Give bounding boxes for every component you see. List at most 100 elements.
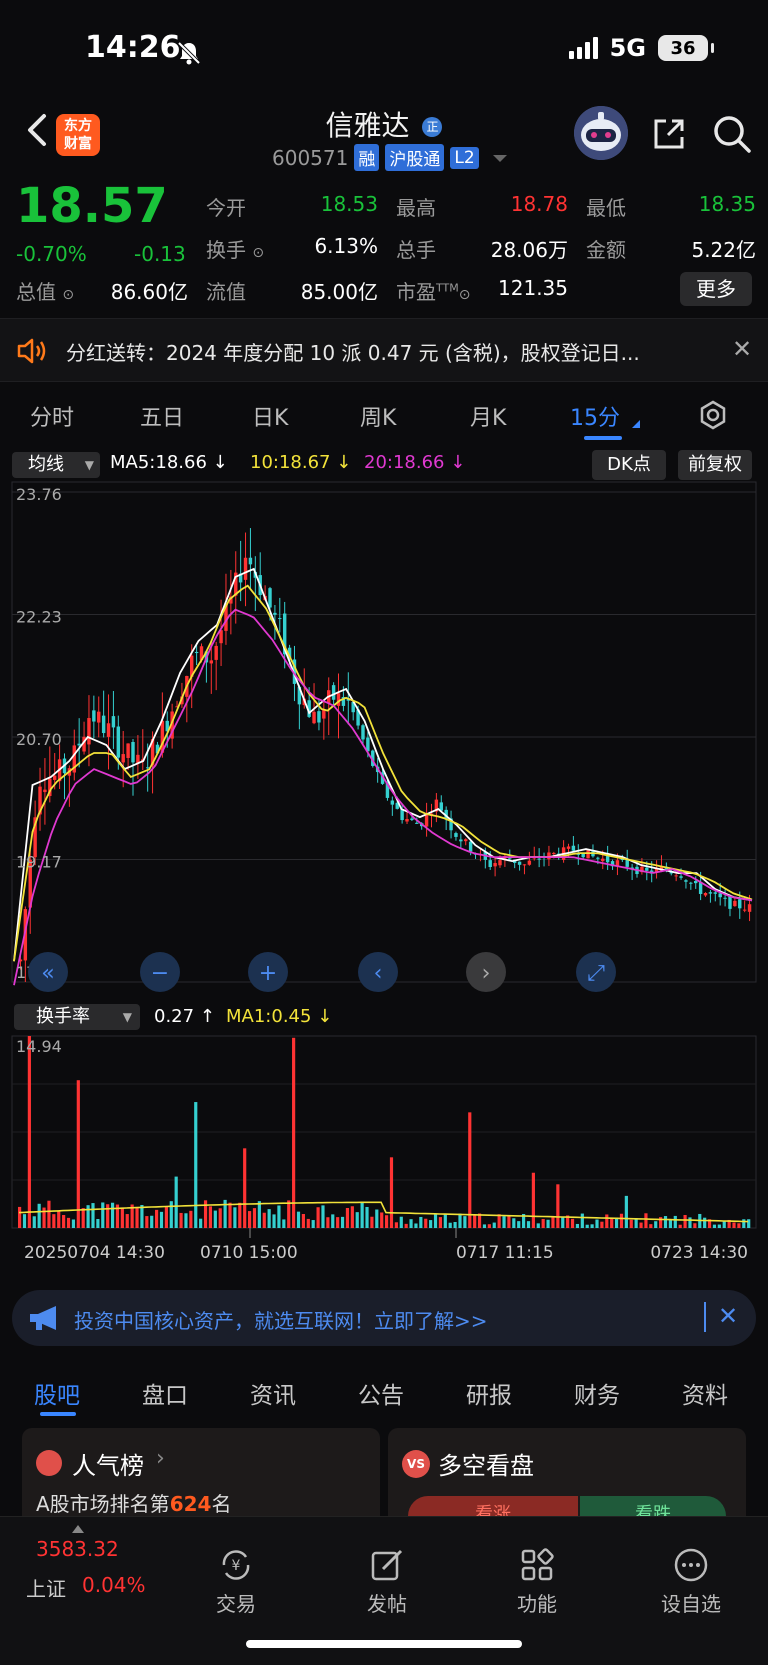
- price-tick-label: 20.70: [16, 730, 62, 749]
- change-amount: -0.13: [134, 242, 186, 266]
- candle-body: [601, 858, 605, 862]
- turnover-bar: [600, 1221, 604, 1228]
- tab-news[interactable]: 资讯: [250, 1376, 296, 1410]
- search-icon[interactable]: [712, 114, 752, 154]
- candle-body: [322, 709, 326, 719]
- tab-forum[interactable]: 股吧: [34, 1376, 80, 1410]
- candle-body: [537, 858, 541, 860]
- candle-body: [493, 863, 497, 867]
- candle-body: [552, 852, 556, 854]
- turnover-label[interactable]: 换手 ⊙: [206, 234, 264, 263]
- turnover-chart[interactable]: 14.94 20250704 14:30 0710 15:00 0717 11:15 0…: [0, 1032, 768, 1282]
- candle-body: [571, 845, 576, 851]
- divider: [704, 1302, 706, 1332]
- ma20-line: [13, 608, 753, 986]
- total-cap-label[interactable]: 总值 ⊙: [16, 276, 74, 305]
- zoom-in-icon[interactable]: +: [248, 952, 288, 992]
- turnover-bar: [380, 1212, 384, 1228]
- tag-level2: L2: [450, 146, 479, 169]
- turnover-bar: [482, 1224, 487, 1228]
- nav-trade[interactable]: ¥ 交易: [191, 1547, 281, 1617]
- turnover-bar: [22, 1214, 27, 1228]
- turnover-bar: [86, 1205, 90, 1228]
- home-indicator: [246, 1640, 522, 1648]
- turnover-bar: [497, 1214, 501, 1228]
- close-icon[interactable]: ✕: [732, 335, 752, 363]
- kline-chart[interactable]: 23.7622.2320.7019.1717.64 «−+‹›⤢: [0, 480, 768, 1000]
- fullscreen-icon[interactable]: ⤢: [576, 952, 616, 992]
- turnover-bar: [512, 1218, 516, 1228]
- dividend-notice[interactable]: 分红送转：2024 年度分配 10 派 0.47 元 (含税)，股权登记日...…: [0, 318, 768, 382]
- ma-select[interactable]: 均线 ▼: [12, 452, 100, 478]
- fullscreen-icon-glyph: ⤢: [587, 961, 605, 986]
- turnover-bar: [747, 1219, 751, 1228]
- more-button[interactable]: 更多: [680, 272, 752, 306]
- tab-intraday[interactable]: 分时: [30, 400, 74, 432]
- turnover-bar: [585, 1224, 589, 1228]
- tab-daily-k[interactable]: 日K: [252, 400, 288, 432]
- tab-research[interactable]: 研报: [466, 1376, 512, 1410]
- bull-bear-title: 多空看盘: [438, 1452, 534, 1480]
- info-icon: ⊙: [252, 245, 265, 261]
- turnover-bar: [42, 1207, 46, 1228]
- volume-label: 总手: [396, 238, 436, 262]
- index-change[interactable]: 0.04%: [82, 1573, 146, 1597]
- tab-order-book[interactable]: 盘口: [142, 1376, 188, 1410]
- stock-code-row[interactable]: 600571 融 沪股通 L2: [272, 144, 507, 171]
- arrow-down-icon: ↓: [450, 452, 466, 473]
- turnover-bar: [155, 1209, 159, 1228]
- assistant-robot-icon[interactable]: [574, 106, 628, 160]
- ma20-text: 20:18.66: [364, 452, 445, 473]
- turnover-bar: [448, 1222, 452, 1228]
- nav-functions[interactable]: 功能: [492, 1547, 582, 1617]
- total-cap-label-text: 总值: [16, 280, 56, 304]
- candle-body: [468, 841, 473, 852]
- turnover-bar: [389, 1157, 394, 1228]
- pe-label[interactable]: 市盈TTM⊙: [396, 276, 470, 305]
- turnover-bar: [277, 1205, 281, 1228]
- candle-body: [718, 893, 722, 898]
- rewind-icon[interactable]: «: [28, 952, 68, 992]
- turnover-bar: [57, 1211, 61, 1228]
- turnover-bar: [463, 1216, 467, 1228]
- tab-15min[interactable]: 15分: [570, 400, 620, 432]
- tab-five-day[interactable]: 五日: [140, 400, 184, 432]
- turnover-bar: [52, 1214, 56, 1228]
- turnover-label-text: 换手: [206, 238, 246, 262]
- tab-financials[interactable]: 财务: [574, 1376, 620, 1410]
- index-value[interactable]: 3583.32: [36, 1537, 119, 1561]
- tab-monthly-k[interactable]: 月K: [470, 400, 506, 432]
- arrow-up-icon: ↑: [199, 1006, 215, 1027]
- close-icon[interactable]: ✕: [718, 1302, 738, 1330]
- ma5-line: [13, 567, 753, 962]
- turnover-bar: [243, 1148, 247, 1228]
- nav-post[interactable]: 发帖: [342, 1547, 432, 1617]
- candle-body: [703, 892, 708, 896]
- candle-body: [126, 743, 130, 758]
- share-icon[interactable]: [650, 115, 688, 153]
- turnover-bar: [394, 1222, 398, 1228]
- adjust-button[interactable]: 前复权: [678, 450, 752, 480]
- turnover-bar: [27, 1036, 31, 1228]
- prev-icon[interactable]: ‹: [358, 952, 398, 992]
- promo-banner[interactable]: 投资中国核心资产，就选互联网！立即了解>> ✕: [12, 1290, 756, 1346]
- gear-icon[interactable]: [698, 400, 728, 430]
- turnover-bar: [551, 1217, 555, 1228]
- turnover-select[interactable]: 换手率 ▼: [14, 1004, 140, 1030]
- candle-body: [527, 860, 532, 865]
- turnover-bar: [507, 1216, 511, 1228]
- speaker-icon: [17, 338, 46, 364]
- tab-profile[interactable]: 资料: [682, 1376, 728, 1410]
- index-name[interactable]: 上证: [26, 1573, 66, 1602]
- zoom-out-icon[interactable]: −: [140, 952, 180, 992]
- tab-weekly-k[interactable]: 周K: [360, 400, 396, 432]
- turnover-bar: [473, 1214, 477, 1228]
- tab-announcements[interactable]: 公告: [358, 1376, 404, 1410]
- stock-code: 600571: [272, 145, 349, 170]
- turnover-bar: [375, 1209, 379, 1228]
- dk-point-button[interactable]: DK点: [592, 450, 666, 480]
- next-icon[interactable]: ›: [466, 952, 506, 992]
- popularity-rank-suffix: 名: [211, 1492, 232, 1516]
- nav-watchlist[interactable]: 设自选: [646, 1547, 736, 1617]
- popularity-rank: A股市场排名第624名: [36, 1488, 231, 1517]
